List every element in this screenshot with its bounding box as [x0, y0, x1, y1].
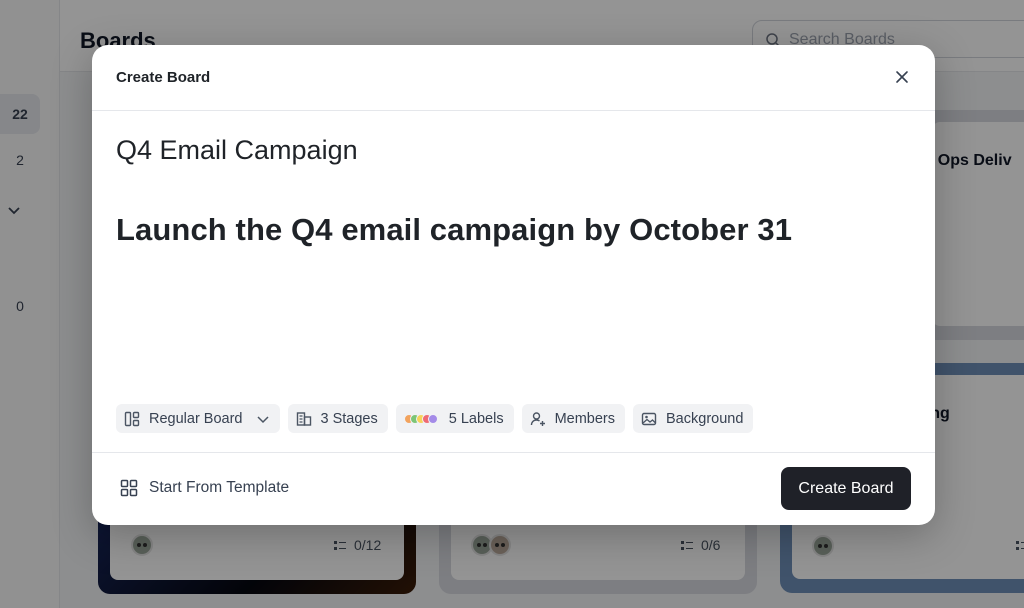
label-color-dot [427, 413, 438, 424]
modal-title: Create Board [116, 69, 211, 86]
chevron-down-icon [256, 415, 269, 423]
stages-label: 3 Stages [320, 410, 378, 427]
template-grid-icon [120, 479, 138, 497]
start-from-template-button[interactable]: Start From Template [120, 479, 289, 497]
board-goal-input[interactable]: Launch the Q4 email campaign by October … [116, 212, 792, 248]
board-name-input[interactable]: Q4 Email Campaign [116, 135, 358, 166]
labels-button[interactable]: 5 Labels [395, 404, 514, 433]
create-board-button[interactable]: Create Board [781, 467, 911, 510]
create-board-modal: Create Board Q4 Email Campaign Launch th… [92, 45, 935, 525]
background-button[interactable]: Background [633, 404, 754, 433]
board-layout-icon [124, 411, 140, 426]
stages-button[interactable]: 3 Stages [287, 404, 388, 433]
stages-icon [296, 411, 311, 426]
modal-footer: Start From Template Create Board [92, 452, 935, 525]
image-icon [641, 412, 657, 425]
close-icon[interactable] [893, 68, 911, 86]
members-button[interactable]: Members [521, 404, 626, 433]
labels-dots-icon [403, 413, 438, 424]
start-from-template-label: Start From Template [149, 479, 290, 496]
members-label: Members [554, 410, 616, 427]
background-label: Background [666, 410, 744, 427]
board-type-label: Regular Board [149, 410, 243, 427]
add-member-icon [530, 411, 545, 426]
board-type-select[interactable]: Regular Board [116, 404, 280, 433]
modal-header: Create Board [92, 45, 935, 111]
board-options-row: Regular Board 3 Stages 5 Labels Members … [116, 404, 754, 433]
labels-label: 5 Labels [448, 410, 504, 427]
